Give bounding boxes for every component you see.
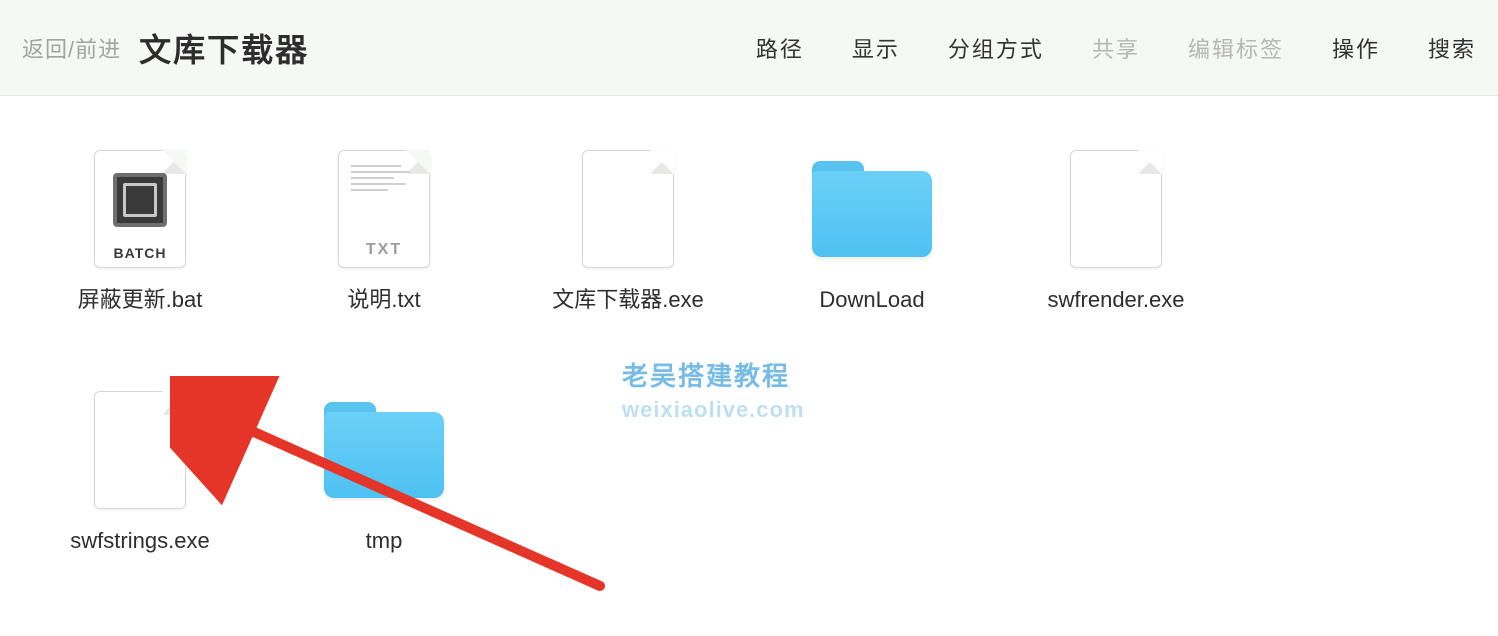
- toolbar-view[interactable]: 显示: [852, 32, 900, 64]
- file-item-swfstrings[interactable]: swfstrings.exe: [18, 385, 262, 556]
- file-label: 文库下载器.exe: [552, 286, 704, 315]
- file-grid: BATCH 屏蔽更新.bat TXT 说明.txt 文库下载器.exe Down…: [0, 96, 1498, 625]
- file-label: tmp: [366, 527, 403, 556]
- generic-file-icon: [582, 144, 674, 274]
- file-item-tmp-folder[interactable]: tmp: [262, 385, 506, 556]
- batch-file-icon: BATCH: [94, 144, 186, 274]
- watermark-overlay: 老吴搭建教程 weixiaolive.com: [622, 356, 805, 423]
- toolbar-group[interactable]: 分组方式: [948, 32, 1044, 64]
- folder-icon: [812, 144, 932, 274]
- file-label: swfrender.exe: [1048, 286, 1185, 315]
- nav-back-forward[interactable]: 返回/前进: [22, 32, 121, 64]
- toolbar: 返回/前进 文库下载器 路径 显示 分组方式 共享 编辑标签 操作 搜索: [0, 0, 1498, 96]
- watermark-line2: weixiaolive.com: [622, 397, 805, 423]
- file-item-bat[interactable]: BATCH 屏蔽更新.bat: [18, 144, 262, 315]
- generic-file-icon: [94, 385, 186, 515]
- file-item-download-folder[interactable]: DownLoad: [750, 144, 994, 315]
- file-item-exe-main[interactable]: 文库下载器.exe: [506, 144, 750, 315]
- file-item-txt[interactable]: TXT 说明.txt: [262, 144, 506, 315]
- toolbar-right: 路径 显示 分组方式 共享 编辑标签 操作 搜索: [756, 32, 1476, 64]
- file-label: 屏蔽更新.bat: [78, 286, 203, 315]
- folder-icon: [324, 385, 444, 515]
- file-item-swfrender[interactable]: swfrender.exe: [994, 144, 1238, 315]
- toolbar-edit-tags: 编辑标签: [1188, 32, 1284, 64]
- toolbar-share: 共享: [1092, 32, 1140, 64]
- file-label: 说明.txt: [347, 286, 420, 315]
- toolbar-action[interactable]: 操作: [1332, 32, 1380, 64]
- toolbar-path[interactable]: 路径: [756, 32, 804, 64]
- window-title: 文库下载器: [139, 25, 309, 71]
- generic-file-icon: [1070, 144, 1162, 274]
- file-label: swfstrings.exe: [70, 527, 209, 556]
- toolbar-search[interactable]: 搜索: [1428, 32, 1476, 64]
- watermark-line1: 老吴搭建教程: [622, 356, 805, 393]
- txt-file-icon: TXT: [338, 144, 430, 274]
- toolbar-left: 返回/前进 文库下载器: [22, 25, 309, 71]
- file-label: DownLoad: [819, 286, 924, 315]
